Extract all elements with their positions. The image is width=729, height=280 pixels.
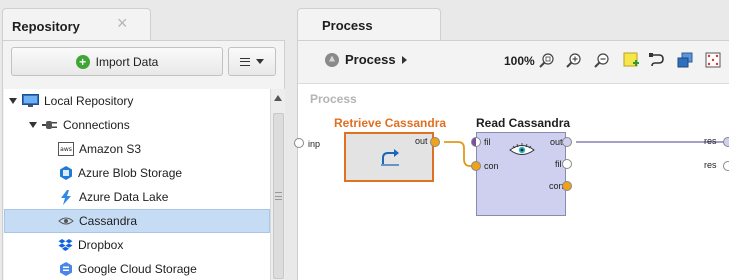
tree-item-label: Local Repository <box>44 94 134 108</box>
tree-item-label: Google Cloud Storage <box>78 262 197 276</box>
operator-port-label: out <box>415 136 428 146</box>
dropbox-icon <box>58 238 73 251</box>
zoom-fit-icon[interactable] <box>539 52 555 68</box>
process-input-port-label: inp <box>308 139 321 149</box>
process-input-port[interactable] <box>294 138 304 148</box>
cassandra-eye-icon <box>58 217 74 225</box>
add-note-icon[interactable] <box>623 52 639 68</box>
read-fil-out-port[interactable] <box>562 159 572 169</box>
repository-tab-title: Repository <box>12 19 80 34</box>
tree-item-label: Azure Data Lake <box>79 190 169 204</box>
process-tab-title: Process <box>322 18 373 33</box>
breadcrumb-label: Process <box>345 52 396 67</box>
azure-blob-icon <box>60 166 72 180</box>
operator-port-label: con <box>484 161 499 171</box>
expand-arrow-icon[interactable] <box>29 122 37 128</box>
chevron-down-icon <box>256 59 264 64</box>
tree-scrollbar[interactable] <box>270 89 285 280</box>
retrieve-out-port[interactable] <box>430 137 440 147</box>
operator-port-label: out <box>550 137 563 147</box>
auto-wire-icon[interactable] <box>649 52 665 68</box>
chevron-right-icon[interactable] <box>401 55 407 64</box>
layers-icon[interactable] <box>677 52 693 68</box>
repository-menu-button[interactable] <box>228 47 276 76</box>
tree-item-label: Amazon S3 <box>79 142 142 156</box>
import-data-label: Import Data <box>95 54 159 69</box>
tree-item-label: Connections <box>63 118 130 132</box>
arrange-icon[interactable] <box>705 52 721 68</box>
close-icon[interactable]: × <box>117 14 128 32</box>
repository-panel: + Import Data Local Repository Connectio… <box>2 40 285 280</box>
expand-arrow-icon[interactable] <box>9 98 17 104</box>
svg-text:aws: aws <box>60 146 72 153</box>
tree-item-amazon-s3[interactable]: aws Amazon S3 <box>4 137 270 161</box>
tab-repository[interactable]: Repository × <box>2 8 151 41</box>
lightning-icon <box>61 189 71 205</box>
app-window: Repository × + Import Data Local Reposit… <box>0 0 729 280</box>
tree-item-azure-blob-storage[interactable]: Azure Blob Storage <box>4 161 270 185</box>
tree-item-azure-data-lake[interactable]: Azure Data Lake <box>4 185 270 209</box>
result-port-1[interactable] <box>723 137 729 147</box>
breadcrumb[interactable]: Process <box>325 52 407 67</box>
result-port-label: res <box>704 136 717 146</box>
read-fil-in-port[interactable] <box>471 137 481 147</box>
tree-item-google-cloud-storage[interactable]: Google Cloud Storage <box>4 257 270 280</box>
tree-item-cassandra[interactable]: Cassandra <box>4 209 270 233</box>
process-canvas[interactable]: Process inp Retrieve Cassandra out Read … <box>294 83 729 280</box>
retrieve-arrow-icon <box>381 149 399 166</box>
hamburger-icon <box>240 57 250 66</box>
zoom-in-icon[interactable] <box>566 52 582 68</box>
tree-item-label: Azure Blob Storage <box>78 166 183 180</box>
read-out-port[interactable] <box>562 137 572 147</box>
operator-port-label: fil <box>484 137 491 147</box>
result-port-label: res <box>704 160 717 170</box>
google-cloud-icon <box>60 262 72 276</box>
tab-process[interactable]: Process <box>297 8 441 41</box>
import-data-button[interactable]: + Import Data <box>11 47 223 76</box>
tree-item-connections[interactable]: Connections <box>4 113 270 137</box>
scrollbar-thumb[interactable] <box>273 113 284 279</box>
tree-item-label: Cassandra <box>79 214 138 228</box>
zoom-level: 100% <box>504 54 535 68</box>
tree-item-local-repository[interactable]: Local Repository <box>4 89 270 113</box>
process-panel: Process 100% Process inp Retrieve Cassan… <box>294 40 729 280</box>
plug-icon <box>42 121 57 129</box>
operator-title-read: Read Cassandra <box>476 116 571 130</box>
result-port-2[interactable] <box>723 161 729 171</box>
operator-title-retrieve: Retrieve Cassandra <box>334 116 447 130</box>
operator-port-label: fil <box>555 159 562 169</box>
read-con-in-port[interactable] <box>471 161 481 171</box>
cassandra-eye-icon <box>509 143 535 155</box>
tree-item-label: Dropbox <box>78 238 124 252</box>
add-icon: + <box>75 54 90 69</box>
scroll-up-arrow-icon[interactable] <box>274 95 282 101</box>
process-icon <box>325 52 339 67</box>
grip-icon <box>275 192 282 200</box>
aws-icon: aws <box>58 142 74 156</box>
repository-tree: Local Repository Connections aws Amazon … <box>4 89 270 280</box>
zoom-out-icon[interactable] <box>594 52 610 68</box>
read-con-out-port[interactable] <box>562 181 572 191</box>
tree-item-dropbox[interactable]: Dropbox <box>4 233 270 257</box>
monitor-icon <box>22 94 39 107</box>
